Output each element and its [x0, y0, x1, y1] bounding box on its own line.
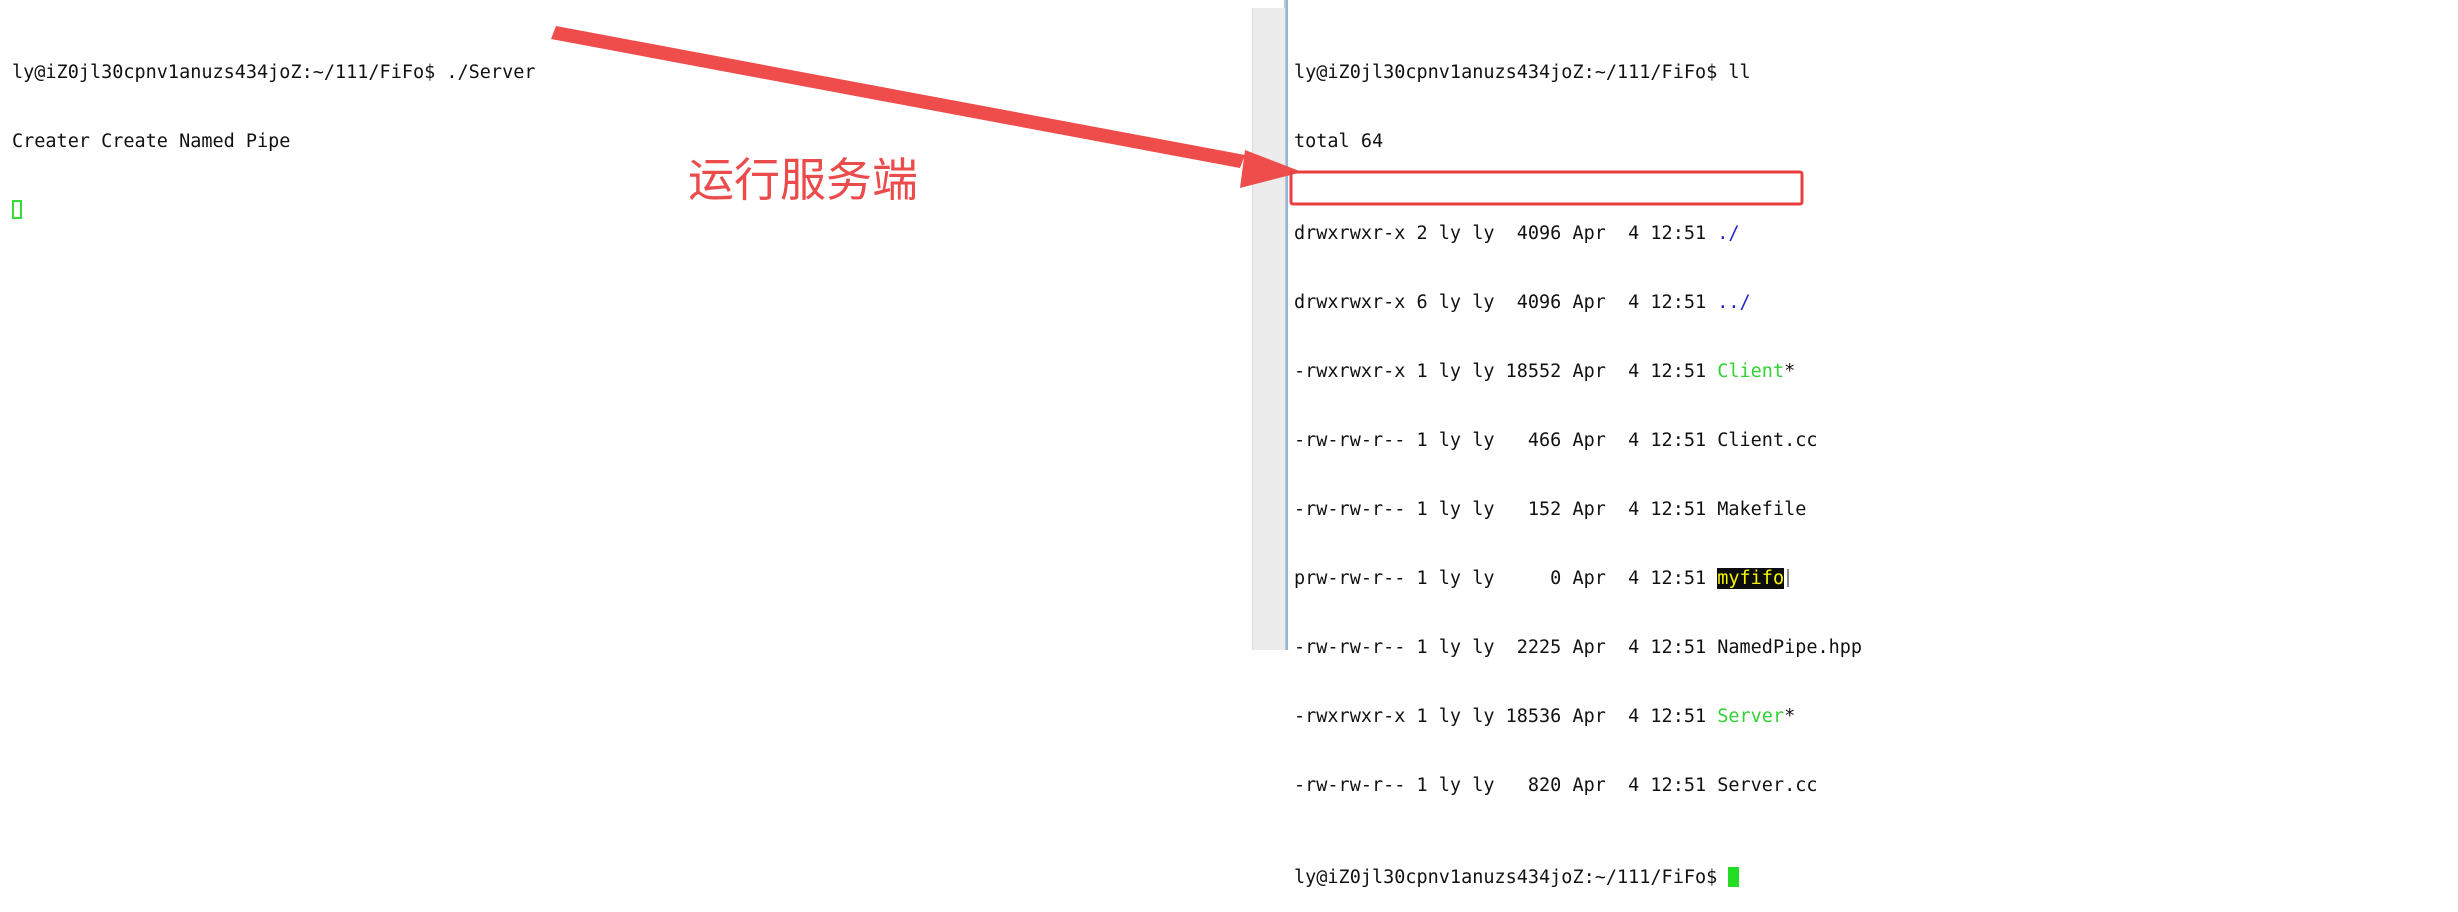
ls-entry: drwxrwxr-x 2 ly ly 4096 Apr 4 12:51 ./ — [1294, 222, 1862, 245]
terminal-cursor-line — [12, 199, 535, 222]
ls-entry-meta: -rw-rw-r-- 1 ly ly 2225 Apr 4 12:51 — [1294, 637, 1718, 658]
ls-entry-name: Server.cc — [1717, 775, 1818, 796]
ls-entry-name-dir: ../ — [1717, 292, 1751, 313]
ls-entry: -rw-rw-r-- 1 ly ly 152 Apr 4 12:51 Makef… — [1294, 498, 1862, 521]
terminal-cursor — [12, 200, 22, 219]
ls-entry-name: Makefile — [1717, 499, 1807, 520]
ls-entry-name-dir: ./ — [1717, 223, 1740, 244]
ls-entry: drwxrwxr-x 6 ly ly 4096 Apr 4 12:51 ../ — [1294, 291, 1862, 314]
ls-entry: -rw-rw-r-- 1 ly ly 2225 Apr 4 12:51 Name… — [1294, 636, 1862, 659]
terminal-line: total 64 — [1294, 131, 1384, 152]
ls-entry-meta: -rwxrwxr-x 1 ly ly 18536 Apr 4 12:51 — [1294, 706, 1718, 727]
text-caret — [1787, 569, 1790, 587]
ls-entry-meta: -rw-rw-r-- 1 ly ly 820 Apr 4 12:51 — [1294, 775, 1718, 796]
ls-entry-meta: prw-rw-r-- 1 ly ly 0 Apr 4 12:51 — [1294, 568, 1718, 589]
ls-entry-meta: -rw-rw-r-- 1 ly ly 466 Apr 4 12:51 — [1294, 430, 1718, 451]
ls-entry-name-exec: Client — [1717, 361, 1785, 382]
annotation-label: 运行服务端 — [688, 153, 918, 207]
left-pane-scrollbar[interactable] — [1252, 8, 1285, 650]
ls-entry-suffix: * — [1784, 706, 1796, 727]
right-terminal-output: ly@iZ0jl30cpnv1anuzs434joZ:~/111/FiFo$ l… — [1294, 15, 1862, 912]
ls-entry-name: Client.cc — [1717, 430, 1818, 451]
terminal-line: Creater Create Named Pipe — [12, 131, 291, 152]
ls-entry: -rwxrwxr-x 1 ly ly 18536 Apr 4 12:51 Ser… — [1294, 705, 1862, 728]
ls-entry-name-fifo: myfifo — [1717, 568, 1785, 589]
left-terminal-output: ly@iZ0jl30cpnv1anuzs434joZ:~/111/FiFo$ .… — [12, 15, 535, 245]
terminal-prompt-line: ly@iZ0jl30cpnv1anuzs434joZ:~/111/FiFo$ — [1294, 866, 1862, 889]
terminal-line: ly@iZ0jl30cpnv1anuzs434joZ:~/111/FiFo$ l… — [1294, 62, 1751, 83]
ls-entry-meta: -rwxrwxr-x 1 ly ly 18552 Apr 4 12:51 — [1294, 361, 1718, 382]
ls-entry: -rwxrwxr-x 1 ly ly 18552 Apr 4 12:51 Cli… — [1294, 360, 1862, 383]
ls-entry-name: NamedPipe.hpp — [1717, 637, 1863, 658]
terminal-cursor — [1728, 867, 1740, 887]
terminal-line: ly@iZ0jl30cpnv1anuzs434joZ:~/111/FiFo$ .… — [12, 62, 536, 83]
ls-entry: -rw-rw-r-- 1 ly ly 466 Apr 4 12:51 Clien… — [1294, 429, 1862, 452]
ls-entry-meta: -rw-rw-r-- 1 ly ly 152 Apr 4 12:51 — [1294, 499, 1718, 520]
ls-entry-meta: drwxrwxr-x 2 ly ly 4096 Apr 4 12:51 — [1294, 223, 1718, 244]
ls-entry-suffix: * — [1784, 361, 1796, 382]
ls-entry-name-exec: Server — [1717, 706, 1785, 727]
terminal-prompt: ly@iZ0jl30cpnv1anuzs434joZ:~/111/FiFo$ — [1294, 867, 1729, 888]
ls-entry-fifo: prw-rw-r-- 1 ly ly 0 Apr 4 12:51 myfifo — [1294, 567, 1862, 590]
ls-entry: -rw-rw-r-- 1 ly ly 820 Apr 4 12:51 Serve… — [1294, 774, 1862, 797]
ls-entry-meta: drwxrwxr-x 6 ly ly 4096 Apr 4 12:51 — [1294, 292, 1718, 313]
